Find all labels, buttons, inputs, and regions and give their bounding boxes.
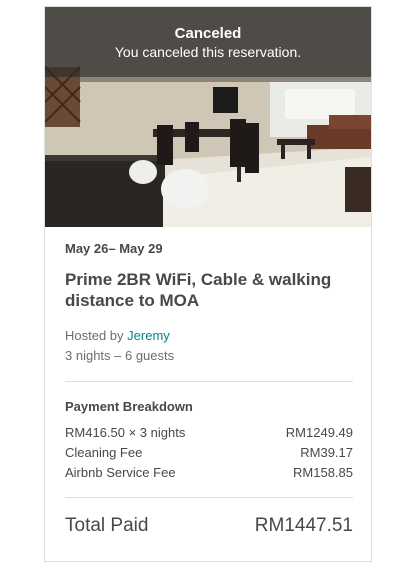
total-paid-label: Total Paid [65, 515, 149, 536]
reservation-card[interactable]: Canceled You canceled this reservation. … [44, 6, 372, 562]
divider [65, 497, 353, 498]
payment-row-value: RM1249.49 [285, 425, 353, 440]
listing-photo: Canceled You canceled this reservation. [45, 7, 371, 227]
payment-row-label: Airbnb Service Fee [65, 465, 176, 480]
canceled-banner: Canceled You canceled this reservation. [45, 7, 371, 77]
host-line: Hosted by Jeremy [65, 328, 170, 343]
total-paid-value: RM1447.51 [254, 515, 353, 536]
banner-title: Canceled [174, 25, 242, 42]
reservation-dates: May 26– May 29 [65, 241, 163, 256]
payment-row-label: RM416.50 × 3 nights [65, 425, 186, 440]
payment-row-value: RM158.85 [293, 465, 353, 480]
hosted-by-label: Hosted by [65, 328, 124, 343]
divider [65, 381, 353, 382]
banner-subtitle: You canceled this reservation. [114, 44, 302, 60]
nights-guests: 3 nights – 6 guests [65, 348, 175, 363]
payment-row-label: Cleaning Fee [65, 445, 143, 460]
listing-title[interactable]: Prime 2BR WiFi, Cable & walking distance… [65, 269, 353, 311]
payment-breakdown-heading: Payment Breakdown [65, 399, 193, 414]
payment-row-value: RM39.17 [300, 445, 353, 460]
host-name-link[interactable]: Jeremy [127, 328, 170, 343]
